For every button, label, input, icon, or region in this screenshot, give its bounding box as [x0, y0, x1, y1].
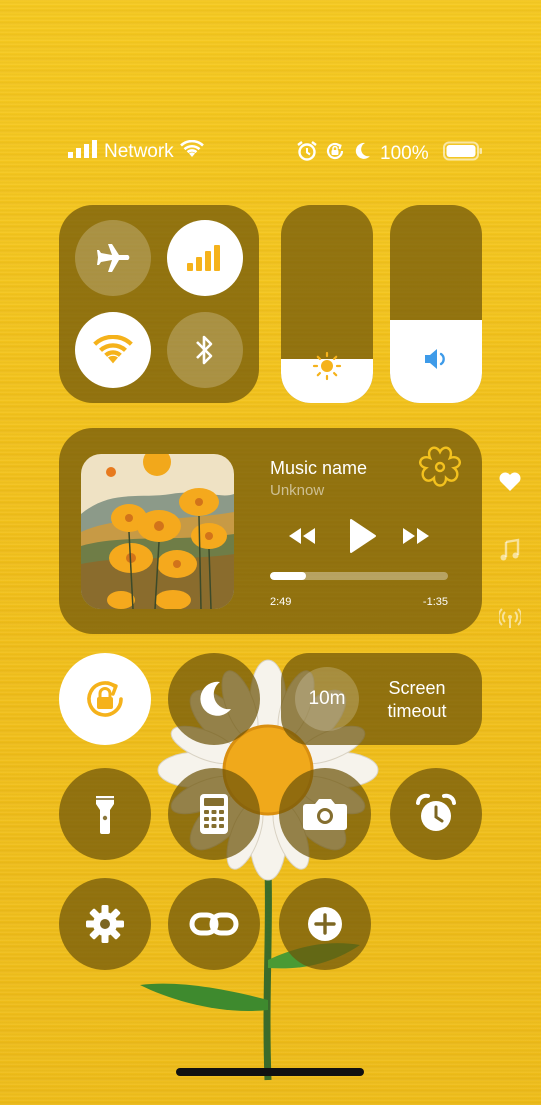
calculator-button[interactable] [168, 768, 260, 860]
moon-status-icon [352, 141, 372, 167]
elapsed-time: 2:49 [270, 596, 292, 608]
gear-icon [86, 905, 124, 943]
rewind-icon[interactable] [286, 526, 318, 546]
settings-button[interactable] [59, 878, 151, 970]
heart-icon[interactable] [498, 470, 522, 492]
home-indicator[interactable] [176, 1068, 364, 1076]
fast-forward-icon[interactable] [400, 526, 432, 546]
flashlight-button[interactable] [59, 768, 151, 860]
volume-slider[interactable] [390, 205, 482, 403]
rotation-lock-toggle[interactable] [59, 653, 151, 745]
wifi-toggle[interactable] [75, 312, 151, 388]
do-not-disturb-toggle[interactable] [168, 653, 260, 745]
airplane-icon [97, 244, 130, 272]
link-button[interactable] [168, 878, 260, 970]
screen-timeout-value: 10m [308, 688, 346, 709]
screen-timeout-control[interactable]: 10m Screen timeout [281, 653, 482, 745]
bluetooth-toggle[interactable] [167, 312, 243, 388]
cellular-bars-icon [187, 245, 220, 271]
cellular-data-toggle[interactable] [167, 220, 243, 296]
link-icon [189, 912, 239, 936]
speaker-icon [425, 349, 445, 369]
alarm-clock-icon [416, 793, 456, 831]
flashlight-icon [96, 796, 114, 834]
album-art[interactable] [81, 454, 234, 609]
camera-button[interactable] [279, 768, 371, 860]
broadcast-icon[interactable] [499, 608, 521, 630]
bluetooth-icon [196, 335, 213, 365]
screen-timeout-label: Screen timeout [387, 678, 447, 721]
battery-icon [442, 141, 483, 167]
playback-progress-bar[interactable] [270, 572, 448, 580]
status-bar: Network 100% [0, 139, 541, 167]
wifi-icon [93, 335, 133, 364]
song-title: Music name [270, 458, 368, 478]
moon-icon [200, 681, 231, 716]
wifi-icon [179, 139, 204, 164]
play-icon[interactable] [348, 518, 378, 554]
alarm-button[interactable] [390, 768, 482, 860]
remaining-time: -1:35 [422, 596, 448, 608]
music-note-icon[interactable] [499, 538, 521, 562]
rotation-lock-icon [87, 681, 123, 717]
screen-timeout-value-badge: 10m [295, 667, 359, 731]
brightness-slider[interactable] [281, 205, 373, 403]
camera-icon [303, 799, 347, 830]
battery-percent: 100% [380, 143, 429, 164]
airplane-mode-toggle[interactable] [75, 220, 151, 296]
brightness-icon [312, 351, 342, 381]
carrier-name: Network [104, 141, 174, 162]
flower-app-icon[interactable] [414, 442, 466, 494]
plus-circle-icon [308, 907, 342, 941]
calculator-icon [200, 794, 228, 834]
song-artist: Unknow [270, 482, 325, 499]
cellular-signal-icon [68, 140, 98, 164]
alarm-status-icon [296, 140, 318, 168]
rotation-lock-status-icon [324, 140, 346, 168]
add-button[interactable] [279, 878, 371, 970]
playback-progress-fill [270, 572, 306, 580]
